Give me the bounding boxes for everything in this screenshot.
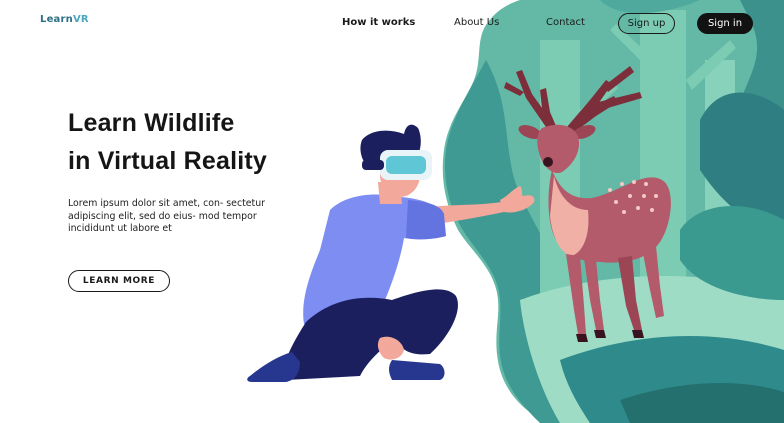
learn-more-button[interactable]: LEARN MORE xyxy=(68,270,170,292)
landing-page: LearnVR How it works About Us Contact Si… xyxy=(0,0,784,423)
brand-name-learn: Learn xyxy=(40,14,73,25)
deer-hoof xyxy=(576,334,588,342)
deer-hoof xyxy=(632,330,644,338)
nav-how-it-works[interactable]: How it works xyxy=(342,17,415,28)
sign-up-button[interactable]: Sign up xyxy=(618,13,675,34)
brand-name-vr: VR xyxy=(72,14,89,25)
hero-title-line2: in Virtual Reality xyxy=(68,147,268,175)
deer-nose xyxy=(543,157,553,167)
hero-description: Lorem ipsum dolor sit amet, con- sectetu… xyxy=(68,198,266,234)
person-shoe xyxy=(389,360,445,380)
nav-contact[interactable]: Contact xyxy=(546,17,585,28)
nav-about-us[interactable]: About Us xyxy=(454,17,499,28)
person-sleeve xyxy=(406,200,446,240)
person-shoe xyxy=(247,352,300,382)
hero-title: Learn Wildlife in Virtual Reality xyxy=(68,104,348,180)
brand-logo[interactable]: LearnVR xyxy=(40,14,89,25)
hero-title-line1: Learn Wildlife xyxy=(68,109,235,137)
sign-in-button[interactable]: Sign in xyxy=(697,13,753,34)
deer-hoof xyxy=(594,330,606,338)
